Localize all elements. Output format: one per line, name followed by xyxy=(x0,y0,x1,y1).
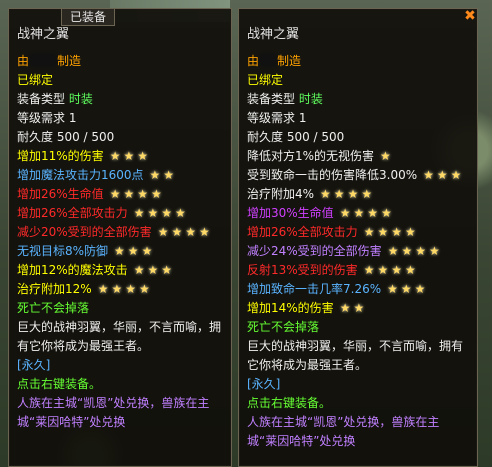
item-description: 巨大的战神羽翼，华丽，不言而喻，拥有它你将成为最强王者。 xyxy=(247,339,464,372)
property-text: 增加12%的魔法攻击 xyxy=(17,263,128,277)
item-type-value: 时装 xyxy=(68,92,93,106)
property-line: 减少24%受到的全部伤害 ★★★★ xyxy=(239,242,477,261)
star-rating-icon: ★★★ xyxy=(133,263,175,277)
property-line: 减少20%受到的全部伤害 ★★★★ xyxy=(9,223,231,242)
exchange-info: 人族在主城“凯恩”处兑换，兽族在主城“莱因哈特”处兑换 xyxy=(247,415,440,448)
crafted-prefix: 由 xyxy=(247,54,260,68)
property-list: 降低对方1%的无视伤害 ★ 受到致命一击的伤害降低3.00% ★★★ 治疗附加4% ★★★… xyxy=(239,147,477,318)
property-line: 增加致命一击几率7.26% ★★★ xyxy=(239,280,477,299)
crafted-prefix: 由 xyxy=(17,54,30,68)
property-line: 无视目标8%防御 ★★★ xyxy=(9,242,231,261)
property-text: 增加26%全部攻击力 xyxy=(247,225,358,239)
property-line: 增加14%的伤害 ★★ xyxy=(239,299,477,318)
star-rating-icon: ★★★★ xyxy=(339,206,395,220)
durability: 耐久度 500 / 500 xyxy=(17,130,115,144)
star-rating-icon: ★★★★ xyxy=(97,282,153,296)
close-icon[interactable]: ✖ xyxy=(463,9,477,23)
star-rating-icon: ★★★★ xyxy=(320,187,376,201)
item-type: 装备类型 时装 xyxy=(9,90,231,109)
property-text: 降低对方1%的无视伤害 xyxy=(247,149,375,163)
item-type-label: 装备类型 xyxy=(247,92,296,106)
property-list: 增加11%的伤害 ★★★ 增加魔法攻击力1600点 ★★ 增加26%生命值 ★★★★ 增加2… xyxy=(9,147,231,299)
property-text: 减少24%受到的全部伤害 xyxy=(247,244,382,258)
item-type-value: 时装 xyxy=(298,92,323,106)
property-text: 反射13%受到的伤害 xyxy=(247,263,358,277)
no-drop-note: 死亡不会掉落 xyxy=(17,301,90,315)
property-line: 增加26%全部攻击力 ★★★★ xyxy=(9,204,231,223)
equipped-tag: 已装备 xyxy=(61,9,116,26)
property-line: 增加魔法攻击力1600点 ★★ xyxy=(9,166,231,185)
item-title: 战神之翼 xyxy=(247,27,300,42)
duration: [永久] xyxy=(247,377,281,391)
property-line: 增加30%生命值 ★★★★ xyxy=(239,204,477,223)
star-rating-icon: ★★ xyxy=(339,301,368,315)
star-rating-icon: ★★★ xyxy=(423,168,465,182)
exchange-info: 人族在主城“凯恩”处兑换，兽族在主城“莱因哈特”处兑换 xyxy=(17,396,210,429)
property-text: 治疗附加4% xyxy=(247,187,315,201)
property-text: 增加30%生命值 xyxy=(247,206,334,220)
item-title: 战神之翼 xyxy=(17,27,70,42)
no-drop-note: 死亡不会掉落 xyxy=(247,320,320,334)
star-rating-icon: ★ xyxy=(380,149,394,163)
equip-hint: 点击右键装备。 xyxy=(247,396,332,410)
item-tooltip-compare: ✖ 战神之翼 由 制造 已绑定 装备类型 时装 等级需求 1 耐久度 500 / … xyxy=(238,8,478,467)
crafted-suffix: 制造 xyxy=(277,54,302,68)
star-rating-icon: ★★★ xyxy=(114,244,156,258)
property-line: 治疗附加4% ★★★★ xyxy=(239,185,477,204)
property-line: 增加12%的魔法攻击 ★★★ xyxy=(9,261,231,280)
property-text: 增加26%生命值 xyxy=(17,187,104,201)
star-rating-icon: ★★★ xyxy=(387,282,429,296)
property-text: 治疗附加12% xyxy=(17,282,92,296)
star-rating-icon: ★★★★ xyxy=(109,187,165,201)
star-rating-icon: ★★★ xyxy=(109,149,151,163)
level-requirement: 等级需求 1 xyxy=(17,111,77,125)
crafted-suffix: 制造 xyxy=(57,54,82,68)
crafted-by: 由 制造 xyxy=(9,52,231,71)
star-rating-icon: ★★★★ xyxy=(133,206,189,220)
star-rating-icon: ★★★★ xyxy=(387,244,443,258)
property-text: 减少20%受到的全部伤害 xyxy=(17,225,152,239)
redacted-name xyxy=(29,53,58,67)
property-text: 受到致命一击的伤害降低3.00% xyxy=(247,168,418,182)
property-line: 降低对方1%的无视伤害 ★ xyxy=(239,147,477,166)
redacted-name xyxy=(259,53,278,67)
bound-status: 已绑定 xyxy=(247,73,284,87)
property-line: 受到致命一击的伤害降低3.00% ★★★ xyxy=(239,166,477,185)
property-line: 治疗附加12% ★★★★ xyxy=(9,280,231,299)
crafted-by: 由 制造 xyxy=(239,52,477,71)
star-rating-icon: ★★★★ xyxy=(363,225,419,239)
bound-status: 已绑定 xyxy=(17,73,54,87)
property-text: 增加14%的伤害 xyxy=(247,301,334,315)
item-tooltip-equipped: 已装备 战神之翼 由 制造 已绑定 装备类型 时装 等级需求 1 耐久度 500 … xyxy=(8,8,232,467)
item-type: 装备类型 时装 xyxy=(239,90,477,109)
property-text: 增加26%全部攻击力 xyxy=(17,206,128,220)
property-text: 增加魔法攻击力1600点 xyxy=(17,168,144,182)
equip-hint: 点击右键装备。 xyxy=(17,377,102,391)
item-type-label: 装备类型 xyxy=(17,92,66,106)
duration: [永久] xyxy=(17,358,51,372)
item-description: 巨大的战神羽翼，华丽，不言而喻，拥有它你将成为最强王者。 xyxy=(17,320,222,353)
property-line: 增加26%生命值 ★★★★ xyxy=(9,185,231,204)
property-line: 反射13%受到的伤害 ★★★★ xyxy=(239,261,477,280)
property-line: 增加26%全部攻击力 ★★★★ xyxy=(239,223,477,242)
property-text: 增加11%的伤害 xyxy=(17,149,104,163)
property-text: 增加致命一击几率7.26% xyxy=(247,282,382,296)
star-rating-icon: ★★★★ xyxy=(157,225,213,239)
durability: 耐久度 500 / 500 xyxy=(247,130,345,144)
star-rating-icon: ★★ xyxy=(149,168,178,182)
property-line: 增加11%的伤害 ★★★ xyxy=(9,147,231,166)
property-text: 无视目标8%防御 xyxy=(17,244,109,258)
star-rating-icon: ★★★★ xyxy=(363,263,419,277)
level-requirement: 等级需求 1 xyxy=(247,111,307,125)
